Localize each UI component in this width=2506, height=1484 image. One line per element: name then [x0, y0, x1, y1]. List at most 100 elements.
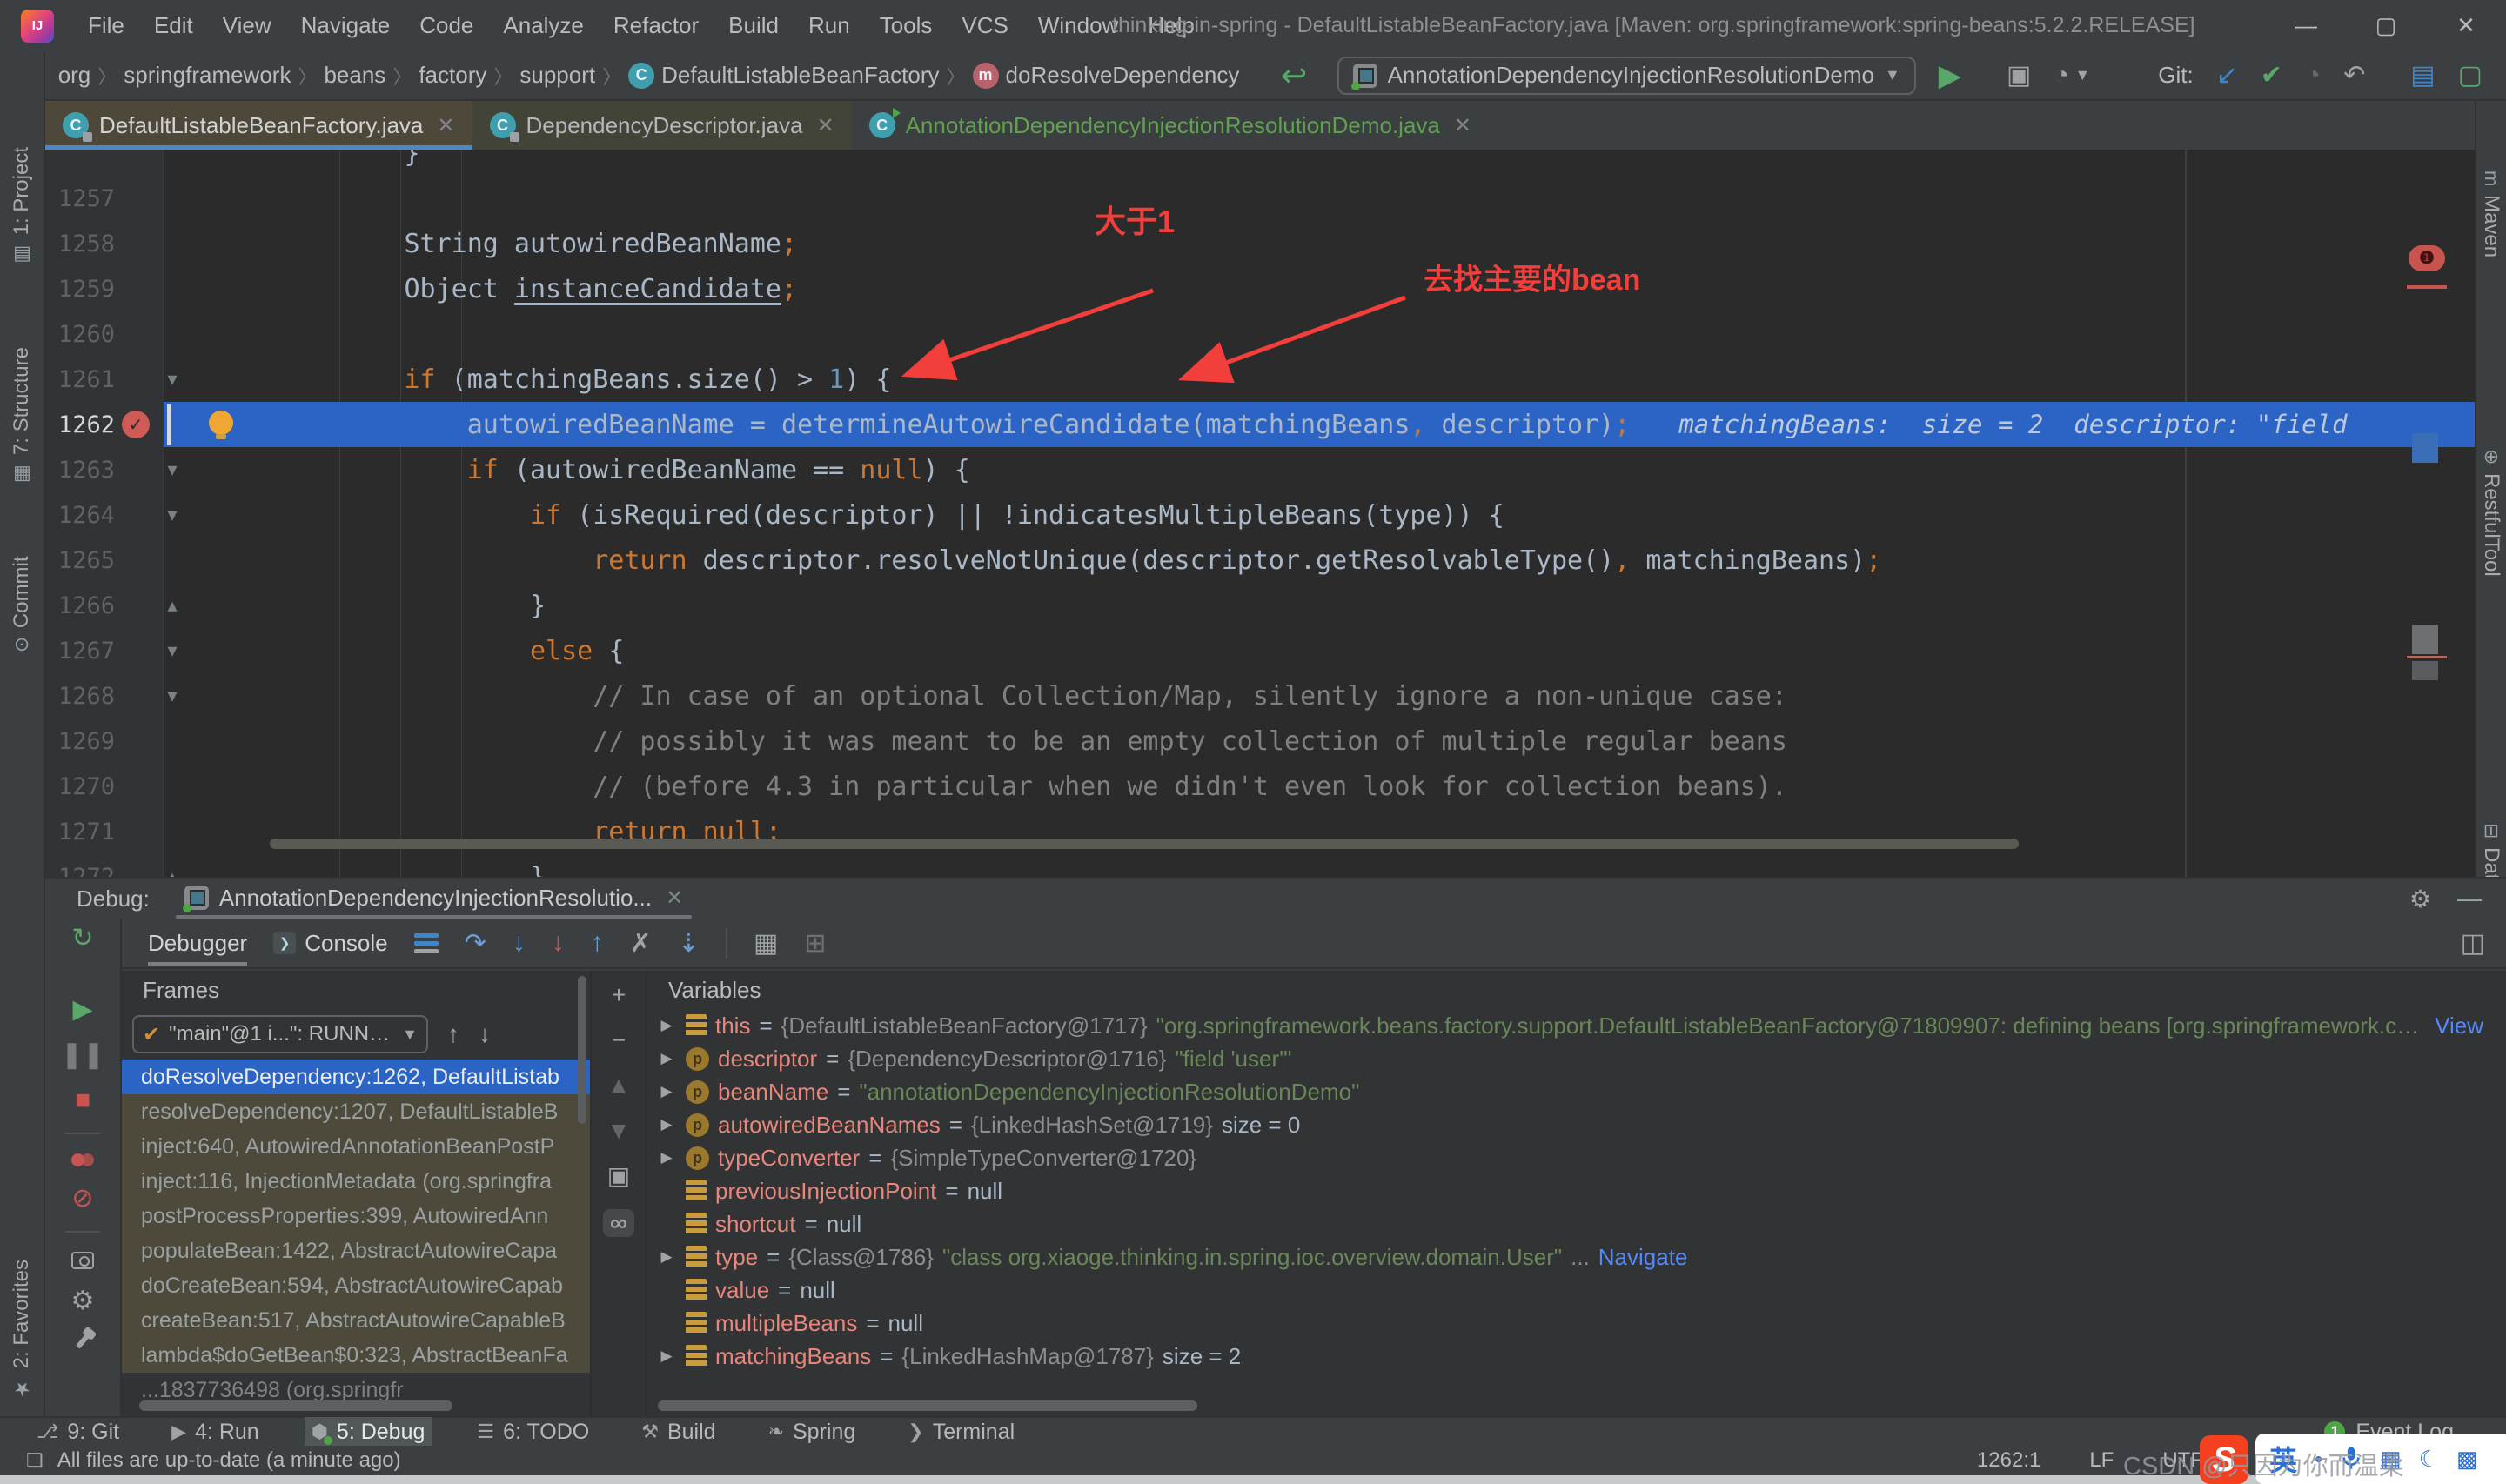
- frame-down-icon[interactable]: ↓: [479, 1020, 491, 1048]
- code-line[interactable]: 1260: [45, 311, 2475, 357]
- breadcrumb-item[interactable]: springframework: [118, 62, 296, 89]
- add-watch-icon[interactable]: +: [612, 983, 626, 1007]
- expand-arrow-icon[interactable]: ▶: [656, 1116, 677, 1133]
- toolwindow-button-4-run[interactable]: ▶ 4: Run: [164, 1417, 266, 1447]
- code-line[interactable]: 1267 ▾ else {: [45, 628, 2475, 673]
- hide-panel-icon[interactable]: —: [2457, 885, 2482, 913]
- code-text[interactable]: // possibly it was meant to be an empty …: [188, 726, 1787, 757]
- code-text[interactable]: if (isRequired(descriptor) || !indicates…: [188, 500, 1504, 531]
- inspection-error-badge[interactable]: ❶: [2409, 245, 2445, 271]
- thread-dump-camera-icon[interactable]: [71, 1252, 94, 1269]
- fold-down-icon[interactable]: ▾: [157, 639, 188, 662]
- profiler-button[interactable]: ◔ ▼: [2054, 61, 2090, 90]
- close-button[interactable]: ✕: [2426, 0, 2506, 51]
- breakpoint-gutter[interactable]: ✓: [115, 411, 157, 438]
- maximize-button[interactable]: ▢: [2346, 0, 2426, 51]
- run-configuration-select[interactable]: AnnotationDependencyInjectionResolutionD…: [1337, 56, 1916, 95]
- layout-menu-icon[interactable]: [413, 930, 439, 957]
- variable-row[interactable]: multipleBeans = null: [647, 1307, 2506, 1340]
- fold-down-icon[interactable]: ▾: [157, 685, 188, 707]
- toolwindow-button-terminal[interactable]: ❯ Terminal: [901, 1417, 1022, 1447]
- code-line[interactable]: 1270 // (before 4.3 in particular when w…: [45, 764, 2475, 809]
- back-navigate-icon[interactable]: ↪: [1281, 57, 1307, 94]
- variable-row[interactable]: ▶ p descriptor = {DependencyDescriptor@1716}…: [647, 1042, 2506, 1075]
- variable-row[interactable]: ▶ matchingBeans = {LinkedHashMap@1787} size …: [647, 1340, 2506, 1373]
- code-line[interactable]: }: [45, 150, 2475, 176]
- sidebar-item-restfultool[interactable]: ⊕ RestfulTool: [2479, 449, 2503, 577]
- fold-down-icon[interactable]: ▾: [157, 368, 188, 391]
- menu-refactor[interactable]: Refactor: [599, 0, 714, 51]
- code-line[interactable]: 1258 String autowiredBeanName;: [45, 221, 2475, 266]
- variables-horizontal-scrollbar[interactable]: [658, 1400, 1197, 1411]
- breakpoint-icon[interactable]: ✓: [122, 411, 150, 438]
- debug-settings-gear-icon[interactable]: ⚙: [71, 1288, 95, 1314]
- toolwindow-button-build[interactable]: ⚒ Build: [634, 1417, 722, 1447]
- remote-dev-icon[interactable]: ▤: [2410, 60, 2435, 90]
- step-into-icon[interactable]: ↓: [513, 928, 526, 958]
- run-button[interactable]: ▶: [1939, 58, 1961, 93]
- stack-frame[interactable]: doResolveDependency:1262, DefaultListab: [122, 1060, 590, 1094]
- close-icon[interactable]: ✕: [816, 113, 834, 138]
- code-text[interactable]: }: [188, 591, 546, 621]
- menu-code[interactable]: Code: [405, 0, 488, 51]
- fold-up-icon[interactable]: ▴: [157, 594, 188, 617]
- restore-layout-icon[interactable]: ⊞: [804, 928, 826, 959]
- breadcrumb-item[interactable]: org: [53, 62, 97, 89]
- code-line[interactable]: 1268 ▾ // In case of an optional Collecti…: [45, 673, 2475, 719]
- pin-tab-icon[interactable]: [75, 1334, 90, 1349]
- toolbox-icon[interactable]: ▩: [2456, 1446, 2478, 1473]
- layout-settings-icon[interactable]: ◫: [2461, 928, 2485, 959]
- settings-gear-icon[interactable]: ⚙: [2409, 885, 2431, 913]
- menu-run[interactable]: Run: [794, 0, 865, 51]
- menu-navigate[interactable]: Navigate: [286, 0, 405, 51]
- rollback-button[interactable]: ↶: [2343, 60, 2365, 90]
- stack-frame[interactable]: createBean:517, AbstractAutowireCapableB: [122, 1303, 590, 1338]
- stack-frame[interactable]: populateBean:1422, AbstractAutowireCapa: [122, 1233, 590, 1268]
- breadcrumb-item[interactable]: beans: [318, 62, 391, 89]
- code-line[interactable]: 1265 return descriptor.resolveNotUnique(…: [45, 538, 2475, 583]
- sidebar-item-maven[interactable]: m Maven: [2479, 170, 2503, 257]
- frames-vertical-scrollbar[interactable]: [578, 976, 586, 1124]
- tab-dependencydescriptor-java[interactable]: C DependencyDescriptor.java ✕: [472, 101, 852, 150]
- sidebar-item-7-structure[interactable]: ▦ 7: Structure: [10, 347, 34, 485]
- breadcrumb-item[interactable]: m doResolveDependency: [968, 62, 1245, 89]
- code-text[interactable]: String autowiredBeanName;: [188, 229, 797, 259]
- skin-icon[interactable]: ☾: [2419, 1446, 2439, 1473]
- toolwindow-button-spring[interactable]: ❧ Spring: [761, 1417, 863, 1447]
- code-text[interactable]: // (before 4.3 in particular when we did…: [188, 772, 1787, 802]
- resume-icon[interactable]: ▶: [72, 997, 92, 1023]
- code-text[interactable]: if (matchingBeans.size() > 1) {: [188, 364, 892, 395]
- tab-debugger[interactable]: Debugger: [148, 930, 248, 966]
- close-icon[interactable]: ✕: [1454, 113, 1471, 138]
- code-text[interactable]: return descriptor.resolveNotUnique(descr…: [188, 545, 1881, 576]
- tab-defaultlistablebeanfactory-java[interactable]: C DefaultListableBeanFactory.java ✕: [45, 101, 472, 150]
- force-step-into-icon[interactable]: ↓: [552, 928, 565, 958]
- history-icon[interactable]: ◔: [2305, 61, 2321, 90]
- line-ending[interactable]: LF: [2089, 1448, 2114, 1473]
- duplicate-watch-icon[interactable]: ▣: [607, 1164, 630, 1188]
- stack-frame[interactable]: inject:640, AutowiredAnnotationBeanPostP: [122, 1129, 590, 1164]
- breadcrumb-item[interactable]: C DefaultListableBeanFactory: [623, 62, 944, 89]
- run-with-coverage-button[interactable]: ▣: [2007, 60, 2031, 90]
- run-anything-icon[interactable]: ▢: [2458, 60, 2483, 90]
- code-text[interactable]: Object instanceCandidate;: [188, 274, 797, 304]
- code-line[interactable]: 1259 Object instanceCandidate;: [45, 266, 2475, 311]
- code-line[interactable]: 1269 // possibly it was meant to be an e…: [45, 719, 2475, 764]
- variable-row[interactable]: ▶ p beanName = "annotationDependencyInjectio…: [647, 1075, 2506, 1108]
- stack-frame[interactable]: inject:116, InjectionMetadata (org.sprin…: [122, 1164, 590, 1199]
- toolwindow-button-5-debug[interactable]: ⬢ 5: Debug: [304, 1417, 432, 1447]
- stack-frame[interactable]: doCreateBean:594, AbstractAutowireCapab: [122, 1268, 590, 1303]
- move-down-icon[interactable]: ▼: [606, 1119, 631, 1143]
- code-text[interactable]: else {: [188, 636, 624, 666]
- code-line[interactable]: 1257: [45, 176, 2475, 221]
- evaluate-expression-icon[interactable]: ▦: [754, 928, 778, 959]
- rerun-icon[interactable]: ↻: [71, 926, 93, 952]
- mute-breakpoints-icon[interactable]: ⊘: [71, 1186, 93, 1212]
- caret-position[interactable]: 1262:1: [1977, 1448, 2040, 1473]
- fold-down-icon[interactable]: ▾: [157, 504, 188, 526]
- tab-console[interactable]: ❯ Console: [273, 930, 388, 957]
- code-text[interactable]: autowiredBeanName = determineAutowireCan…: [188, 410, 2348, 440]
- pause-icon[interactable]: ❚❚: [61, 1042, 104, 1068]
- code-line[interactable]: 1263 ▾ if (autowiredBeanName == null) {: [45, 447, 2475, 492]
- fold-down-icon[interactable]: ▾: [157, 458, 188, 481]
